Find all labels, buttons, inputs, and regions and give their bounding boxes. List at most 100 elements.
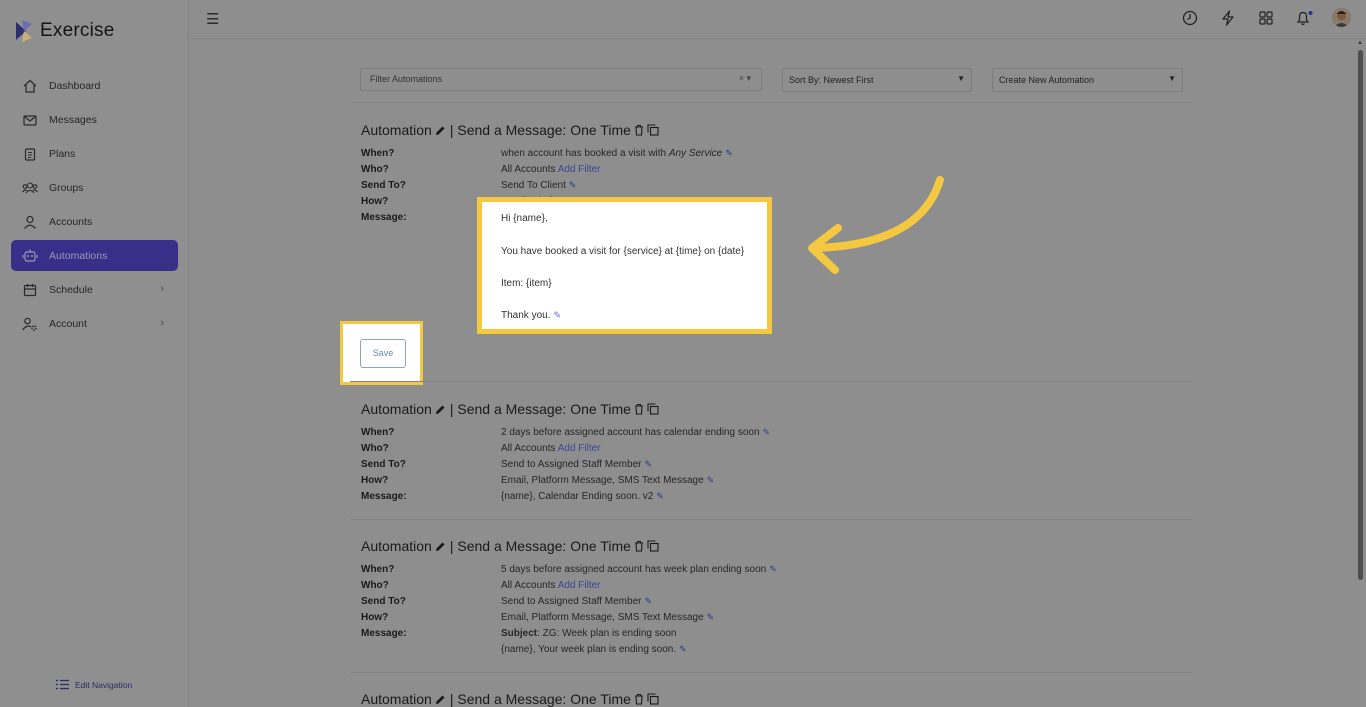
pencil-icon[interactable]: ✎ (644, 596, 652, 607)
automation-title: Automation | Send a Message: One Time (361, 122, 659, 138)
automation-label: Automation (361, 691, 432, 707)
home-icon (22, 78, 38, 94)
message-label: Message: (361, 212, 407, 223)
trash-icon[interactable] (634, 124, 644, 136)
filter-clear-controls[interactable]: × ▾ (739, 73, 751, 84)
pencil-icon[interactable]: ✎ (656, 491, 664, 502)
trash-icon[interactable] (634, 540, 644, 552)
pencil-icon[interactable]: ✎ (707, 612, 715, 623)
chevron-right-icon: › (160, 317, 164, 329)
avatar-image (1332, 8, 1351, 27)
hamburger-menu-icon[interactable]: ☰ (206, 10, 219, 28)
automation-title: Automation | Send a Message: One Time (361, 538, 659, 554)
sidebar-item-schedule[interactable]: Schedule › (11, 275, 178, 305)
bolt-icon[interactable] (1220, 10, 1236, 26)
automation-label: Automation (361, 122, 432, 138)
mail-icon (22, 112, 38, 128)
pencil-icon[interactable] (435, 404, 446, 415)
when-value: when account has booked a visit with Any… (501, 148, 733, 159)
filter-placeholder: Filter Automations (370, 74, 443, 84)
who-label: Who? (361, 164, 389, 175)
add-filter-link[interactable]: Add Filter (558, 164, 601, 175)
save-button[interactable]: Save (360, 339, 406, 368)
sidebar-item-plans[interactable]: Plans (11, 139, 178, 169)
sidebar-item-label: Groups (49, 182, 84, 194)
sort-select[interactable]: Sort By: Newest First ▼ (782, 68, 972, 92)
sidebar-item-label: Automations (49, 249, 108, 262)
when-value: 5 days before assigned account has week … (501, 564, 777, 575)
sidebar-item-label: Accounts (49, 216, 93, 228)
how-label: How? (361, 475, 389, 486)
app-logo[interactable]: Exercise (14, 20, 114, 42)
clock-icon[interactable] (1182, 10, 1198, 26)
pencil-icon[interactable]: ✎ (725, 148, 733, 159)
filter-automations-input[interactable]: Filter Automations × ▾ (360, 68, 762, 91)
pencil-icon[interactable] (435, 694, 446, 705)
pencil-icon[interactable]: ✎ (769, 564, 777, 575)
automation-type: | Send a Message: One Time (449, 122, 631, 138)
scroll-thumb[interactable] (1358, 50, 1363, 580)
create-automation-select[interactable]: Create New Automation ▼ (992, 68, 1183, 92)
save-highlight: Save (340, 321, 423, 385)
message-subject: Subject: ZG: Week plan is ending soon (501, 628, 677, 639)
sidebar-item-dashboard[interactable]: Dashboard (11, 71, 178, 101)
message-editor[interactable]: Hi {name}, You have booked a visit for {… (477, 197, 772, 334)
how-value: Email, Platform Message, SMS Text Messag… (501, 612, 715, 623)
sidebar-item-automations[interactable]: Automations (11, 240, 178, 271)
scroll-up-icon[interactable]: ▲ (1357, 40, 1363, 46)
sidebar-item-account[interactable]: Account › (11, 309, 178, 339)
message-line: Hi {name}, (501, 213, 548, 224)
sidebar-item-accounts[interactable]: Accounts (11, 207, 178, 237)
avatar[interactable] (1332, 8, 1351, 27)
pencil-icon[interactable]: ✎ (679, 644, 687, 655)
who-value: All Accounts Add Filter (501, 443, 601, 454)
copy-icon[interactable] (647, 540, 659, 552)
trash-icon[interactable] (634, 693, 644, 705)
pencil-icon[interactable]: ✎ (553, 310, 561, 321)
message-value: {name}, Calendar Ending soon. v2 ✎ (501, 491, 664, 502)
message-line: You have booked a visit for {service} at… (501, 246, 745, 257)
users-icon (22, 180, 38, 196)
automation-label: Automation (361, 538, 432, 554)
annotation-arrow-icon (808, 176, 944, 274)
message-line: Thank you. ✎ (501, 310, 562, 321)
add-filter-link[interactable]: Add Filter (558, 580, 601, 591)
scrollbar[interactable]: ▲ (1355, 40, 1366, 707)
how-value: Email, Platform Message, SMS Text Messag… (501, 475, 715, 486)
pencil-icon[interactable] (435, 125, 446, 136)
sidebar-item-messages[interactable]: Messages (11, 105, 178, 135)
divider (350, 381, 1192, 382)
logo-icon (16, 20, 32, 42)
bell-icon[interactable] (1295, 10, 1315, 26)
grid-icon[interactable] (1258, 10, 1274, 26)
add-filter-link[interactable]: Add Filter (558, 443, 601, 454)
pencil-icon[interactable] (435, 541, 446, 552)
caret-down-icon: ▼ (1168, 74, 1176, 83)
pencil-icon[interactable]: ✎ (644, 459, 652, 470)
copy-icon[interactable] (647, 124, 659, 136)
send-to-label: Send To? (361, 180, 406, 191)
sidebar-item-groups[interactable]: Groups (11, 173, 178, 203)
edit-navigation-link[interactable]: Edit Navigation (56, 679, 132, 690)
message-value: {name}, Your week plan is ending soon. ✎ (501, 644, 687, 655)
send-to-value: Send to Assigned Staff Member ✎ (501, 459, 653, 470)
automation-label: Automation (361, 401, 432, 417)
user-gear-icon (22, 316, 38, 332)
when-label: When? (361, 427, 395, 438)
pencil-icon[interactable]: ✎ (763, 427, 771, 438)
sidebar-item-label: Plans (49, 148, 76, 160)
who-label: Who? (361, 580, 389, 591)
when-label: When? (361, 148, 395, 159)
trash-icon[interactable] (634, 403, 644, 415)
who-value: All Accounts Add Filter (501, 164, 601, 175)
message-line: Item: {item} (501, 278, 552, 289)
sidebar-item-label: Dashboard (49, 80, 101, 92)
copy-icon[interactable] (647, 693, 659, 705)
copy-icon[interactable] (647, 403, 659, 415)
when-label: When? (361, 564, 395, 575)
who-value: All Accounts Add Filter (501, 580, 601, 591)
create-automation-value: Create New Automation (999, 75, 1095, 85)
pencil-icon[interactable]: ✎ (569, 180, 577, 191)
send-to-value: Send to Assigned Staff Member ✎ (501, 596, 653, 607)
pencil-icon[interactable]: ✎ (707, 475, 715, 486)
